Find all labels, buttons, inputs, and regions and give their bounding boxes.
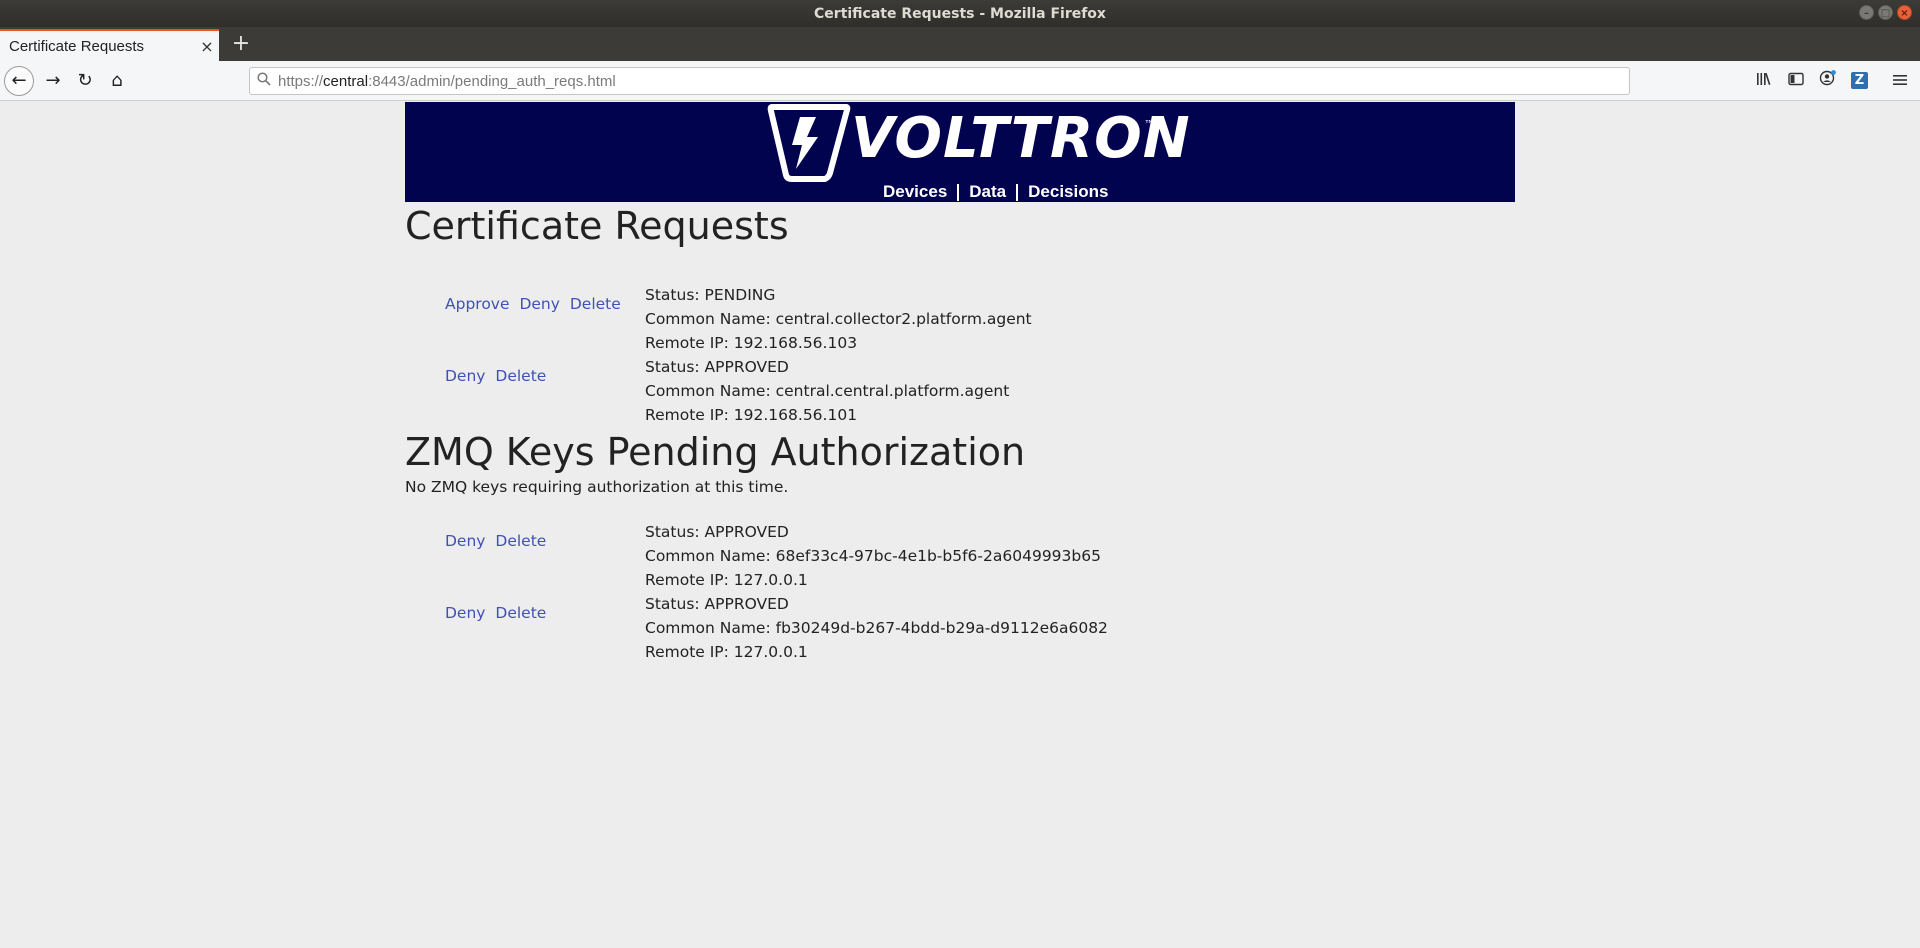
url-host: central — [323, 72, 369, 90]
tab-title: Certificate Requests — [9, 37, 145, 55]
close-window-icon[interactable]: × — [1897, 5, 1912, 20]
request-common-name: Common Name: central.central.platform.ag… — [645, 382, 1010, 400]
request-status: Status: PENDING — [645, 286, 776, 304]
approve-link[interactable]: Approve — [445, 295, 510, 313]
main-content: Certificate Requests Approve Deny Delete… — [405, 202, 1515, 676]
url-prefix: https:// — [278, 72, 324, 90]
new-tab-icon[interactable]: + — [228, 31, 254, 57]
minimize-icon[interactable]: – — [1859, 5, 1874, 20]
request-remote-ip: Remote IP: 192.168.56.101 — [645, 406, 858, 424]
account-icon[interactable] — [1816, 69, 1840, 93]
request-remote-ip: Remote IP: 192.168.56.103 — [645, 334, 858, 352]
request-common-name: Common Name: central.collector2.platform… — [645, 310, 1032, 328]
banner-nav: Devices Data Decisions — [883, 182, 1108, 202]
zmq-key-row: Deny Delete Status: APPROVED Common Name… — [405, 595, 1515, 676]
volttron-logo[interactable]: VOLTTRON ™ — [766, 102, 1190, 182]
key-details: Status: APPROVED Common Name: 68ef33c4-9… — [645, 520, 1101, 592]
request-status: Status: APPROVED — [645, 358, 789, 376]
request-actions: Deny Delete — [445, 367, 551, 385]
url-text: https://central:8443/admin/pending_auth_… — [278, 73, 616, 90]
deny-link[interactable]: Deny — [445, 367, 485, 385]
tab-strip: Certificate Requests × + — [0, 27, 1920, 61]
search-icon — [250, 72, 278, 90]
nav-link-data[interactable]: Data — [969, 182, 1006, 202]
deny-link[interactable]: Deny — [519, 295, 559, 313]
logo-wordmark: VOLTTRON — [851, 106, 1191, 171]
delete-link[interactable]: Delete — [495, 532, 546, 550]
window-title: Certificate Requests - Mozilla Firefox — [814, 5, 1106, 22]
deny-link[interactable]: Deny — [445, 532, 485, 550]
library-icon[interactable] — [1752, 69, 1776, 93]
request-actions: Approve Deny Delete — [445, 295, 626, 313]
reload-icon[interactable]: ↻ — [71, 67, 99, 95]
home-icon[interactable]: ⌂ — [103, 67, 131, 95]
key-common-name: Common Name: fb30249d-b267-4bdd-b29a-d91… — [645, 619, 1108, 637]
window-controls: – □ × — [1859, 5, 1912, 20]
nav-divider — [957, 183, 960, 201]
tab-close-icon[interactable]: × — [195, 37, 219, 56]
key-remote-ip: Remote IP: 127.0.0.1 — [645, 643, 808, 661]
key-actions: Deny Delete — [445, 604, 551, 622]
menu-icon[interactable] — [1888, 69, 1912, 93]
back-icon[interactable]: ← — [4, 66, 34, 96]
zotero-icon[interactable]: Z — [1851, 72, 1868, 89]
key-details: Status: APPROVED Common Name: fb30249d-b… — [645, 592, 1108, 664]
request-details: Status: APPROVED Common Name: central.ce… — [645, 355, 1009, 427]
key-actions: Deny Delete — [445, 532, 551, 550]
key-common-name: Common Name: 68ef33c4-97bc-4e1b-b5f6-2a6… — [645, 547, 1101, 565]
key-status: Status: APPROVED — [645, 523, 789, 541]
nav-divider — [1016, 183, 1019, 201]
sidebar-icon[interactable] — [1784, 69, 1808, 93]
delete-link[interactable]: Delete — [495, 367, 546, 385]
key-remote-ip: Remote IP: 127.0.0.1 — [645, 571, 808, 589]
delete-link[interactable]: Delete — [570, 295, 621, 313]
url-path: :8443/admin/pending_auth_reqs.html — [368, 72, 616, 90]
delete-link[interactable]: Delete — [495, 604, 546, 622]
nav-link-decisions[interactable]: Decisions — [1028, 182, 1108, 202]
url-bar[interactable]: https://central:8443/admin/pending_auth_… — [249, 67, 1630, 95]
nav-toolbar: ← → ↻ ⌂ https://central:8443/admin/pendi… — [0, 61, 1920, 101]
forward-icon[interactable]: → — [39, 67, 67, 95]
request-details: Status: PENDING Common Name: central.col… — [645, 283, 1032, 355]
cert-section-heading: Certificate Requests — [405, 204, 789, 248]
cert-request-row: Deny Delete Status: APPROVED Common Name… — [405, 358, 1515, 439]
site-banner: VOLTTRON ™ Devices Data Decisions — [405, 102, 1515, 202]
zmq-empty-message: No ZMQ keys requiring authorization at t… — [405, 478, 789, 496]
maximize-icon[interactable]: □ — [1878, 5, 1893, 20]
key-status: Status: APPROVED — [645, 595, 789, 613]
page-viewport: VOLTTRON ™ Devices Data Decisions Certif… — [0, 101, 1920, 948]
window-titlebar: Certificate Requests - Mozilla Firefox –… — [0, 0, 1920, 27]
lightning-shield-icon — [767, 104, 851, 182]
browser-tab[interactable]: Certificate Requests × — [0, 29, 219, 61]
deny-link[interactable]: Deny — [445, 604, 485, 622]
nav-link-devices[interactable]: Devices — [883, 182, 947, 202]
logo-trademark: ™ — [1144, 118, 1155, 131]
